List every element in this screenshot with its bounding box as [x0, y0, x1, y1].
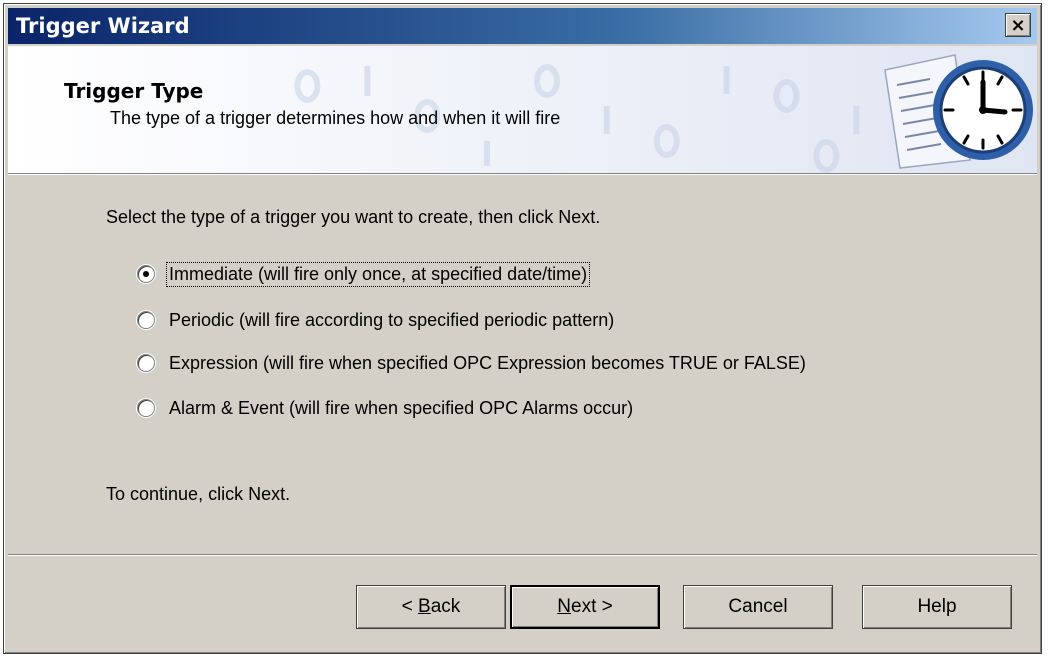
radio-option-periodic[interactable]: Periodic (will fire according to specifi…	[137, 306, 616, 334]
radio-button-immediate[interactable]	[137, 265, 155, 283]
radio-label-periodic[interactable]: Periodic (will fire according to specifi…	[167, 309, 616, 332]
radio-label-expression[interactable]: Expression (will fire when specified OPC…	[167, 352, 808, 375]
next-button-mnemonic: N	[557, 596, 571, 617]
trigger-wizard-dialog: Trigger Wizard × Trigger Type The type o…	[3, 3, 1042, 654]
continue-text: To continue, click Next.	[106, 484, 291, 504]
page-subtitle: The type of a trigger determines how and…	[110, 108, 561, 128]
next-button-rest: ext >	[571, 596, 613, 617]
page-title: Trigger Type	[64, 79, 204, 103]
header-divider	[8, 173, 1037, 175]
back-button-rest: ack	[430, 596, 461, 617]
radio-label-alarm-event[interactable]: Alarm & Event (will fire when specified …	[167, 397, 635, 420]
help-button-label: Help	[917, 596, 957, 617]
radio-button-expression[interactable]	[137, 354, 155, 372]
back-button-prefix: <	[401, 596, 419, 617]
close-button[interactable]: ×	[1005, 13, 1031, 37]
cancel-button[interactable]: Cancel	[683, 585, 833, 629]
radio-label-immediate[interactable]: Immediate (will fire only once, at speci…	[165, 261, 591, 287]
back-button-mnemonic: B	[418, 596, 431, 617]
radio-button-periodic[interactable]	[137, 311, 155, 329]
close-icon: ×	[1010, 14, 1026, 36]
back-button[interactable]: < Back	[356, 585, 506, 629]
title-bar[interactable]: Trigger Wizard ×	[8, 8, 1037, 44]
clock-calendar-icon	[884, 54, 1033, 169]
wizard-header: Trigger Type The type of a trigger deter…	[8, 46, 1037, 173]
next-button[interactable]: Next >	[510, 585, 660, 629]
window-title: Trigger Wizard	[16, 14, 190, 38]
radio-option-expression[interactable]: Expression (will fire when specified OPC…	[137, 349, 808, 377]
radio-button-alarm-event[interactable]	[137, 399, 155, 417]
help-button[interactable]: Help	[862, 585, 1012, 629]
radio-option-immediate[interactable]: Immediate (will fire only once, at speci…	[137, 260, 591, 288]
cancel-button-label: Cancel	[728, 596, 788, 617]
instruction-text: Select the type of a trigger you want to…	[106, 207, 601, 227]
footer-divider	[8, 554, 1037, 556]
radio-option-alarm-event[interactable]: Alarm & Event (will fire when specified …	[137, 394, 635, 422]
